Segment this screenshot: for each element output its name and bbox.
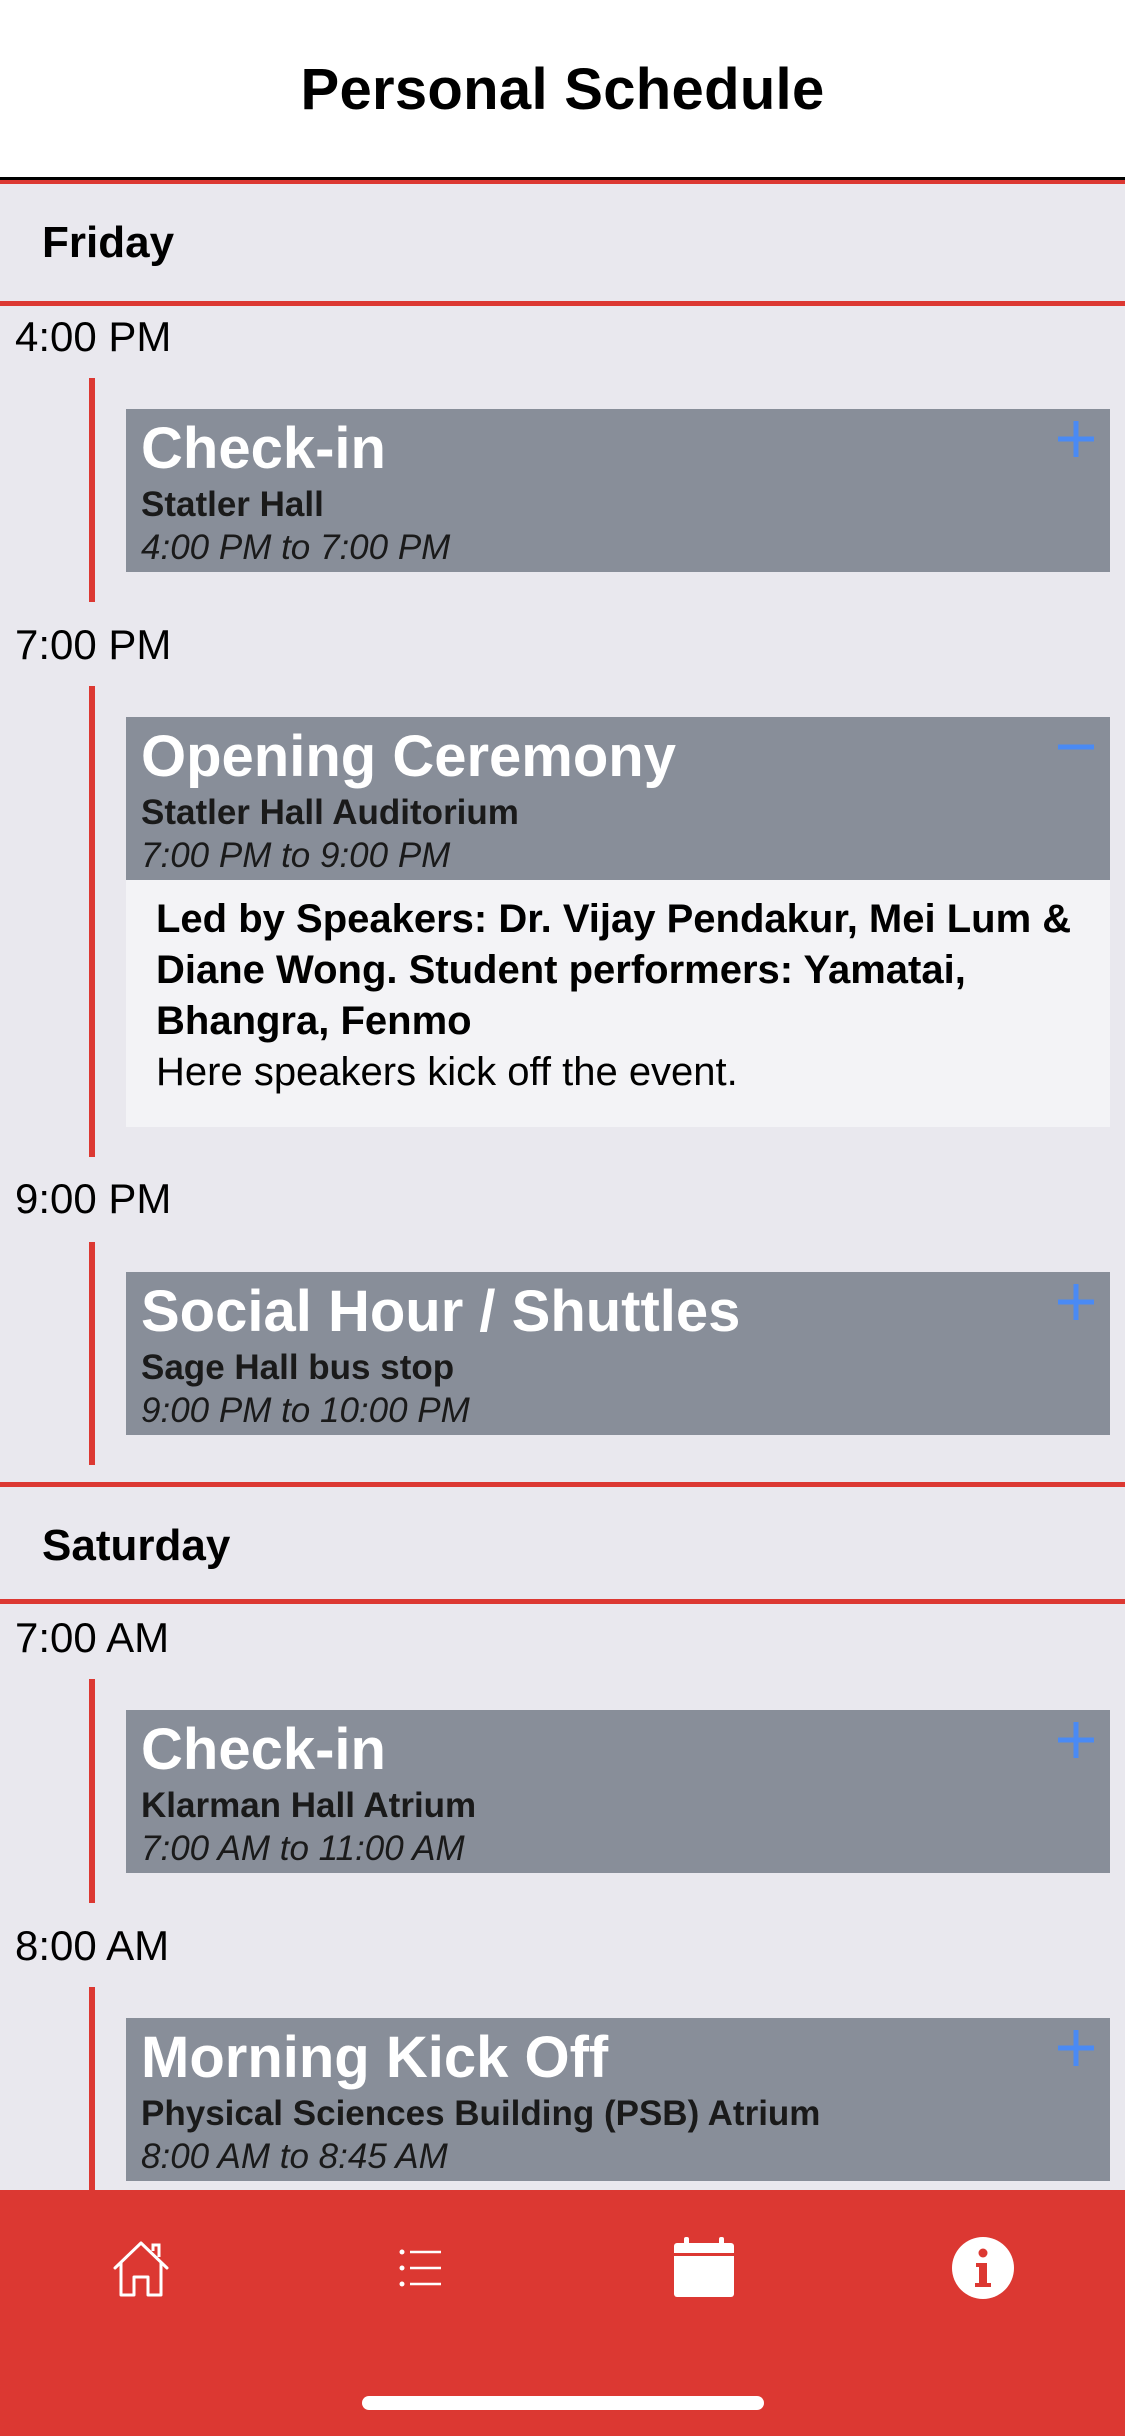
event-title: Opening Ceremony xyxy=(141,724,676,789)
time-label: 8:00 AM xyxy=(15,1922,170,1969)
page-title: Personal Schedule xyxy=(300,57,825,122)
home-icon xyxy=(113,2241,169,2297)
remove-from-schedule-button[interactable] xyxy=(1052,723,1100,771)
plus-icon xyxy=(1058,2030,1094,2066)
tab-schedule[interactable] xyxy=(659,2228,749,2308)
timeline-bar xyxy=(89,686,95,1157)
event-speakers: Led by Speakers: Dr. Vijay Pendakur, Mei… xyxy=(156,897,1072,1043)
navigation-bar: Personal Schedule xyxy=(0,0,1125,180)
plus-icon xyxy=(1058,1722,1094,1758)
event-time: 7:00 AM to 11:00 AM xyxy=(141,1829,465,1868)
event-location: Physical Sciences Building (PSB) Atrium xyxy=(141,2094,821,2133)
event-time: 9:00 PM to 10:00 PM xyxy=(141,1391,470,1430)
event-title: Morning Kick Off xyxy=(141,2025,609,2090)
event-card[interactable]: Social Hour / Shuttles Sage Hall bus sto… xyxy=(126,1272,1110,1435)
event-card[interactable]: Opening Ceremony Statler Hall Auditorium… xyxy=(126,717,1110,880)
list-icon xyxy=(399,2249,441,2287)
time-label: 4:00 PM xyxy=(15,313,172,360)
day-header-saturday: Saturday xyxy=(0,1482,1125,1604)
add-to-schedule-button[interactable] xyxy=(1052,1278,1100,1326)
plus-icon xyxy=(1058,421,1094,457)
event-title: Check-in xyxy=(141,416,386,481)
plus-icon xyxy=(1058,1284,1094,1320)
event-title: Social Hour / Shuttles xyxy=(141,1279,741,1344)
event-time: 7:00 PM to 9:00 PM xyxy=(141,836,451,875)
minus-icon xyxy=(1058,744,1094,750)
event-title: Check-in xyxy=(141,1717,386,1782)
event-card[interactable]: Morning Kick Off Physical Sciences Build… xyxy=(126,2018,1110,2181)
event-time: 4:00 PM to 7:00 PM xyxy=(141,528,451,567)
info-icon xyxy=(952,2237,1014,2299)
event-location: Klarman Hall Atrium xyxy=(141,1786,477,1825)
timeline-bar xyxy=(89,1242,95,1465)
time-label: 7:00 PM xyxy=(15,621,172,668)
event-location: Sage Hall bus stop xyxy=(141,1348,455,1387)
timeline-bar xyxy=(89,378,95,602)
tab-info[interactable] xyxy=(938,2228,1028,2308)
calendar-icon xyxy=(674,2237,734,2297)
day-label: Friday xyxy=(42,218,175,267)
time-label: 9:00 PM xyxy=(15,1175,172,1222)
event-time: 8:00 AM to 8:45 AM xyxy=(141,2137,448,2176)
event-location: Statler Hall Auditorium xyxy=(141,793,519,832)
event-details: Led by Speakers: Dr. Vijay Pendakur, Mei… xyxy=(126,880,1110,1127)
day-label: Saturday xyxy=(42,1521,231,1570)
tab-home[interactable] xyxy=(96,2228,186,2308)
tab-list[interactable] xyxy=(376,2228,466,2308)
event-description: Here speakers kick off the event. xyxy=(156,1050,738,1094)
add-to-schedule-button[interactable] xyxy=(1052,415,1100,463)
day-header-friday: Friday xyxy=(0,184,1125,306)
timeline-bar xyxy=(89,1679,95,1903)
time-label: 7:00 AM xyxy=(15,1614,170,1661)
event-card[interactable]: Check-in Statler Hall 4:00 PM to 7:00 PM xyxy=(126,409,1110,572)
add-to-schedule-button[interactable] xyxy=(1052,1716,1100,1764)
event-card[interactable]: Check-in Klarman Hall Atrium 7:00 AM to … xyxy=(126,1710,1110,1873)
timeline-bar xyxy=(89,1987,95,2190)
event-location: Statler Hall xyxy=(141,485,324,524)
add-to-schedule-button[interactable] xyxy=(1052,2024,1100,2072)
home-indicator[interactable] xyxy=(362,2396,764,2410)
